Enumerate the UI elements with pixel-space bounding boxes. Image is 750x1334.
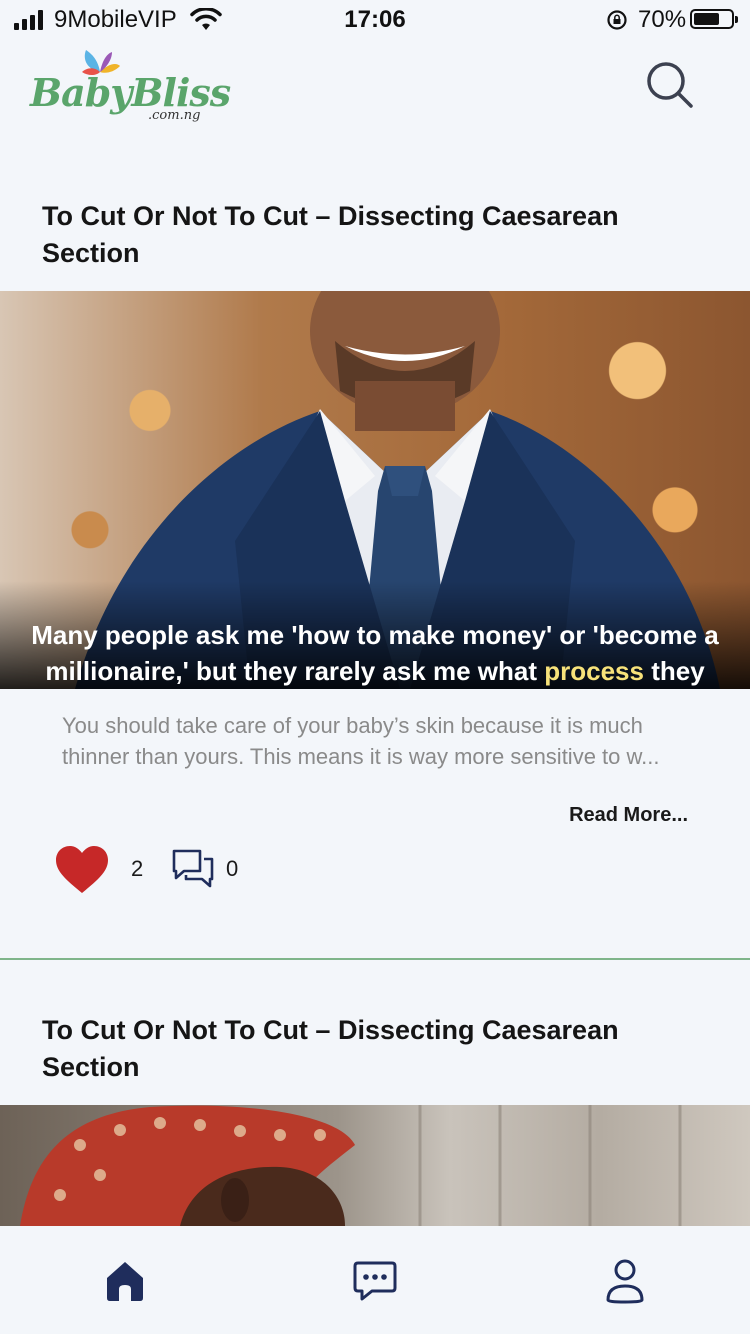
image-quote-line: millionaire,' but they rarely ask me wha… bbox=[45, 656, 705, 686]
like-count: 2 bbox=[131, 856, 144, 881]
comment-icon[interactable] bbox=[170, 847, 216, 889]
post-title[interactable]: To Cut Or Not To Cut – Dissecting Caesar… bbox=[42, 198, 702, 272]
rotation-lock-icon bbox=[607, 10, 627, 30]
battery-icon bbox=[690, 9, 738, 29]
battery-percent: 70% bbox=[638, 6, 687, 33]
babybliss-logo[interactable]: BabyBliss .com.ng bbox=[30, 42, 231, 132]
search-icon[interactable] bbox=[640, 56, 700, 116]
post-excerpt: You should take care of your baby’s skin… bbox=[62, 713, 660, 769]
post-image[interactable] bbox=[0, 1105, 750, 1226]
image-quote-text: Many people ask me 'how to make money' o… bbox=[0, 611, 750, 689]
comment-count: 0 bbox=[226, 856, 239, 881]
post-title[interactable]: To Cut Or Not To Cut – Dissecting Caesar… bbox=[42, 1012, 702, 1086]
status-bar: 9MobileVIP 17:06 70% bbox=[0, 0, 750, 40]
logo-subtext: .com.ng bbox=[148, 108, 201, 123]
bottom-nav-bar bbox=[0, 1226, 750, 1334]
heart-icon[interactable] bbox=[55, 845, 109, 895]
chat-icon[interactable] bbox=[350, 1256, 400, 1306]
home-icon[interactable] bbox=[100, 1256, 150, 1306]
post-image[interactable]: Many people ask me 'how to make money' o… bbox=[0, 291, 750, 689]
profile-icon[interactable] bbox=[600, 1256, 650, 1306]
woman-headwrap-photo bbox=[20, 1105, 682, 1226]
post-divider bbox=[0, 958, 750, 960]
read-more-link[interactable]: Read More... bbox=[520, 804, 688, 827]
image-quote-line: Many people ask me 'how to make money' o… bbox=[31, 620, 719, 650]
